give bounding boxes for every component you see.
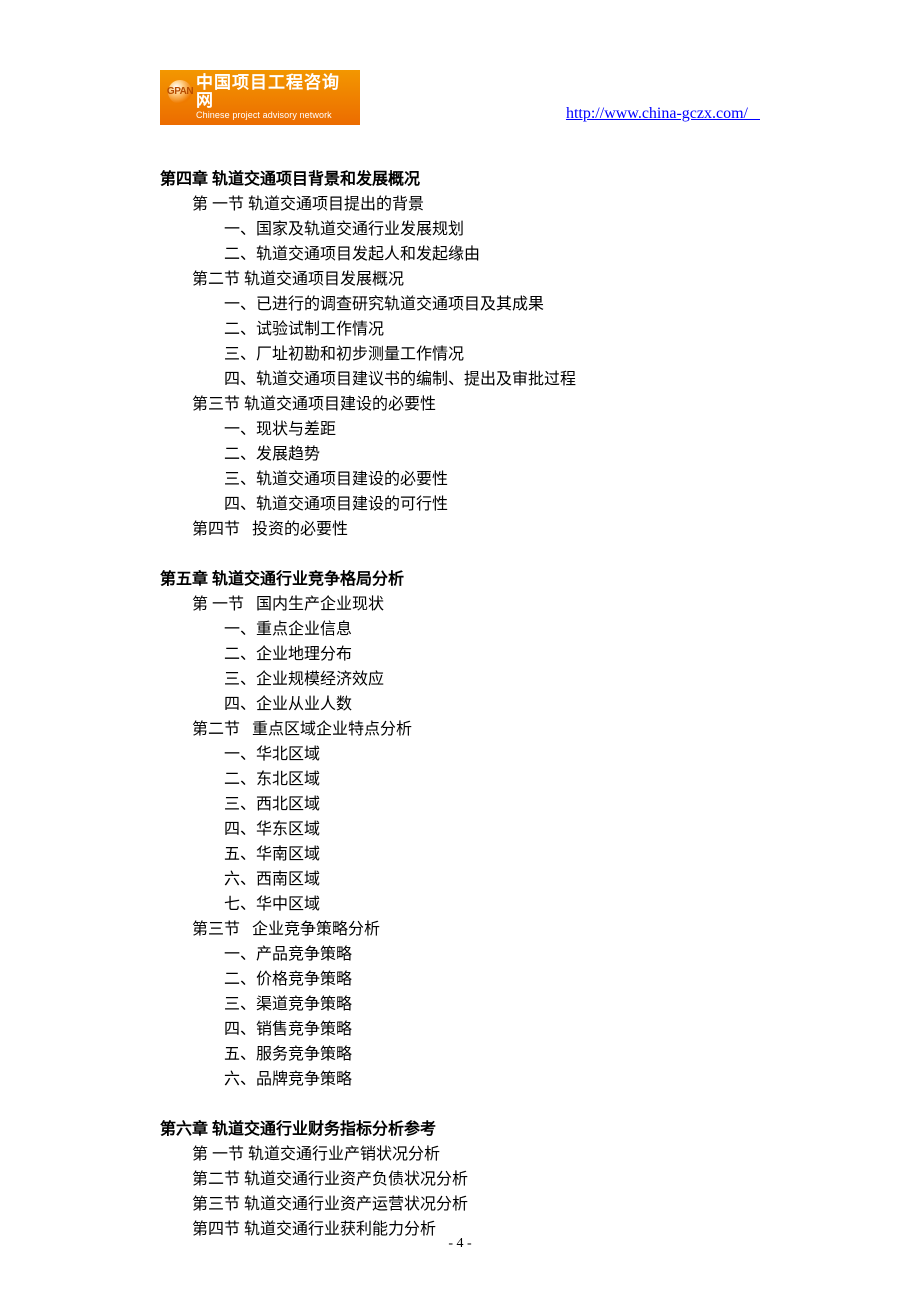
list-item: 三、企业规模经济效应 bbox=[224, 667, 760, 692]
section-title: 第三节 企业竞争策略分析 bbox=[192, 917, 760, 942]
section-title: 第二节 重点区域企业特点分析 bbox=[192, 717, 760, 742]
list-item: 二、轨道交通项目发起人和发起缘由 bbox=[224, 242, 760, 267]
section-title: 第 一节 轨道交通项目提出的背景 bbox=[192, 192, 760, 217]
list-item: 三、西北区域 bbox=[224, 792, 760, 817]
chapter-block: 第五章 轨道交通行业竞争格局分析第 一节 国内生产企业现状一、重点企业信息二、企… bbox=[160, 567, 760, 1092]
logo-top-row: GPAN 中国项目工程咨询网 bbox=[168, 74, 350, 110]
list-item: 七、华中区域 bbox=[224, 892, 760, 917]
list-item: 二、试验试制工作情况 bbox=[224, 317, 760, 342]
list-item: 六、西南区域 bbox=[224, 867, 760, 892]
list-item: 四、轨道交通项目建设的可行性 bbox=[224, 492, 760, 517]
list-item: 三、厂址初勘和初步测量工作情况 bbox=[224, 342, 760, 367]
list-item: 二、东北区域 bbox=[224, 767, 760, 792]
chapter-title: 第六章 轨道交通行业财务指标分析参考 bbox=[160, 1117, 760, 1142]
list-item: 一、重点企业信息 bbox=[224, 617, 760, 642]
chapter-title: 第五章 轨道交通行业竞争格局分析 bbox=[160, 567, 760, 592]
list-item: 一、国家及轨道交通行业发展规划 bbox=[224, 217, 760, 242]
list-item: 四、轨道交通项目建议书的编制、提出及审批过程 bbox=[224, 367, 760, 392]
section-title: 第 一节 轨道交通行业产销状况分析 bbox=[192, 1142, 760, 1167]
document-page: GPAN 中国项目工程咨询网 Chinese project advisory … bbox=[0, 0, 920, 1302]
section-title: 第三节 轨道交通项目建设的必要性 bbox=[192, 392, 760, 417]
list-item: 一、华北区域 bbox=[224, 742, 760, 767]
section-title: 第 一节 国内生产企业现状 bbox=[192, 592, 760, 617]
list-item: 一、产品竞争策略 bbox=[224, 942, 760, 967]
chapter-block: 第四章 轨道交通项目背景和发展概况第 一节 轨道交通项目提出的背景一、国家及轨道… bbox=[160, 167, 760, 542]
list-item: 五、服务竞争策略 bbox=[224, 1042, 760, 1067]
page-header: GPAN 中国项目工程咨询网 Chinese project advisory … bbox=[160, 70, 760, 125]
list-item: 三、渠道竞争策略 bbox=[224, 992, 760, 1017]
chapter-title: 第四章 轨道交通项目背景和发展概况 bbox=[160, 167, 760, 192]
section-title: 第二节 轨道交通项目发展概况 bbox=[192, 267, 760, 292]
page-number: - 4 - bbox=[0, 1236, 920, 1252]
list-item: 三、轨道交通项目建设的必要性 bbox=[224, 467, 760, 492]
list-item: 一、已进行的调查研究轨道交通项目及其成果 bbox=[224, 292, 760, 317]
site-logo: GPAN 中国项目工程咨询网 Chinese project advisory … bbox=[160, 70, 360, 125]
list-item: 二、价格竞争策略 bbox=[224, 967, 760, 992]
logo-en-text: Chinese project advisory network bbox=[196, 111, 350, 120]
logo-badge-icon: GPAN bbox=[168, 80, 192, 104]
document-body: 第四章 轨道交通项目背景和发展概况第 一节 轨道交通项目提出的背景一、国家及轨道… bbox=[160, 167, 760, 1242]
list-item: 六、品牌竞争策略 bbox=[224, 1067, 760, 1092]
list-item: 二、发展趋势 bbox=[224, 442, 760, 467]
section-title: 第四节 投资的必要性 bbox=[192, 517, 760, 542]
chapter-block: 第六章 轨道交通行业财务指标分析参考第 一节 轨道交通行业产销状况分析第二节 轨… bbox=[160, 1117, 760, 1242]
list-item: 四、企业从业人数 bbox=[224, 692, 760, 717]
list-item: 二、企业地理分布 bbox=[224, 642, 760, 667]
list-item: 四、销售竞争策略 bbox=[224, 1017, 760, 1042]
section-title: 第二节 轨道交通行业资产负债状况分析 bbox=[192, 1167, 760, 1192]
section-title: 第三节 轨道交通行业资产运营状况分析 bbox=[192, 1192, 760, 1217]
list-item: 四、华东区域 bbox=[224, 817, 760, 842]
logo-cn-text: 中国项目工程咨询网 bbox=[196, 74, 350, 110]
list-item: 一、现状与差距 bbox=[224, 417, 760, 442]
list-item: 五、华南区域 bbox=[224, 842, 760, 867]
site-url-link[interactable]: http://www.china-gczx.com/ bbox=[566, 105, 760, 123]
